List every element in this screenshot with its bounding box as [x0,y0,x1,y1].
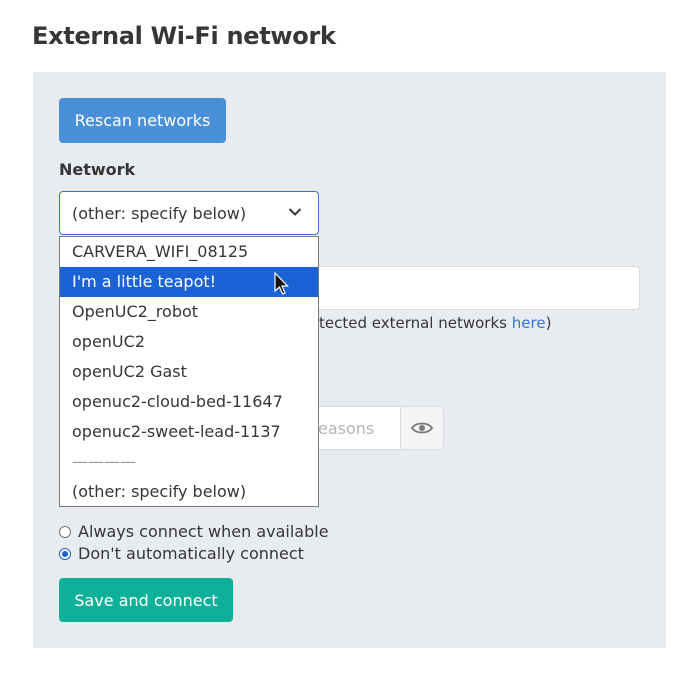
chevron-down-icon [288,208,302,216]
ssid-input[interactable] [318,266,640,310]
help-suffix: ) [545,314,552,332]
password-placeholder: easons [318,418,375,438]
save-and-connect-button[interactable]: Save and connect [59,578,233,622]
dropdown-option[interactable]: openuc2-sweet-lead-1137 [60,417,318,447]
show-password-button[interactable] [400,406,444,450]
page-title: External Wi-Fi network [32,22,336,50]
autoconnect-never-label: Don't automatically connect [78,544,304,563]
dropdown-separator: ———— [72,452,136,471]
autoconnect-never-radio[interactable] [59,547,71,560]
dropdown-option[interactable]: CARVERA_WIFI_08125 [60,237,318,267]
network-select[interactable]: (other: specify below) [59,191,319,235]
mouse-pointer-icon [274,272,289,295]
dropdown-option[interactable]: (other: specify below) [60,477,318,507]
autoconnect-always-radio[interactable] [59,525,71,538]
network-label: Network [59,160,136,179]
rescan-networks-button[interactable]: Rescan networks [59,98,226,143]
dropdown-option[interactable]: openUC2 Gast [60,357,318,387]
dropdown-option[interactable]: openuc2-cloud-bed-11647 [60,387,318,417]
autoconnect-never-option[interactable]: Don't automatically connect [59,544,304,563]
autoconnect-always-label: Always connect when available [78,522,329,541]
network-select-value: (other: specify below) [72,203,247,223]
dropdown-option[interactable]: openUC2 [60,327,318,357]
autoconnect-always-option[interactable]: Always connect when available [59,522,329,541]
help-text: tected external networks [319,314,512,332]
help-link[interactable]: here [512,314,546,332]
password-input[interactable]: easons [318,406,402,450]
dropdown-option[interactable]: OpenUC2_robot [60,297,318,327]
network-help-text: tected external networks here) [319,314,551,332]
eye-icon [411,422,433,434]
